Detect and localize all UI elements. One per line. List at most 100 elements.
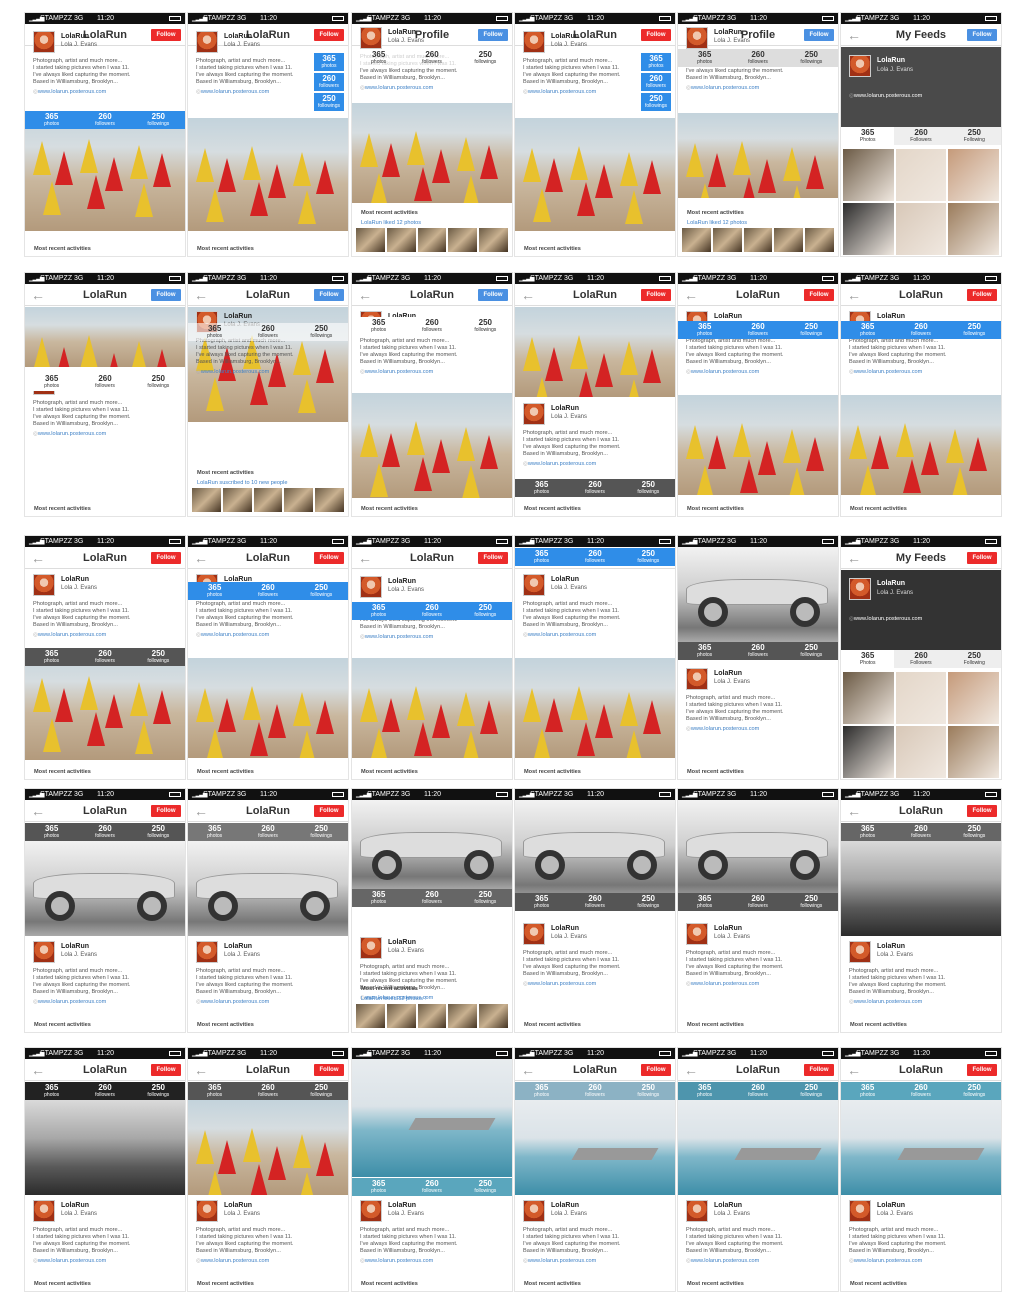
profile-url[interactable]: www.lolarun.posterous.com [849, 999, 922, 1005]
stat-followings[interactable]: 250 followings [294, 823, 348, 841]
activity-thumb[interactable] [356, 228, 385, 252]
avatar[interactable] [33, 31, 55, 53]
stat-followers[interactable]: 260 followers [894, 321, 948, 339]
follow-button[interactable]: Follow [804, 289, 834, 301]
back-arrow-icon[interactable]: ← [847, 550, 865, 566]
photo-thumb[interactable] [948, 726, 999, 778]
stat-photos[interactable]: 365 photos [515, 893, 569, 911]
avatar[interactable] [686, 668, 708, 690]
stat-followings[interactable]: 250 followings [784, 893, 838, 911]
avatar[interactable] [686, 1200, 708, 1222]
stat-followers[interactable]: 260 followers [78, 823, 132, 841]
avatar[interactable] [686, 27, 708, 49]
profile-url[interactable]: www.lolarun.posterous.com [849, 93, 922, 99]
avatar[interactable] [33, 1200, 55, 1222]
stat-photos[interactable]: 365 Photos [841, 127, 895, 145]
stat-followers[interactable]: 260 followers [731, 1082, 785, 1100]
stat-photos[interactable]: 365 photos [352, 602, 406, 620]
back-arrow-icon[interactable]: ← [684, 1062, 702, 1078]
activity-thumb[interactable] [448, 1004, 478, 1028]
follow-button[interactable]: Follow [314, 1064, 344, 1076]
photo-thumb[interactable] [843, 726, 894, 778]
activity-item[interactable]: LolaRun suscribed to 10 new people [197, 480, 288, 486]
avatar[interactable] [523, 1200, 545, 1222]
stat-photos[interactable]: 365 photos [352, 49, 406, 67]
stat-followers[interactable]: 260 followers [568, 548, 622, 566]
avatar[interactable] [196, 1200, 218, 1222]
stat-followings[interactable]: 250 followings [458, 602, 512, 620]
activity-thumb[interactable] [479, 228, 508, 252]
avatar[interactable] [360, 576, 382, 598]
back-arrow-icon[interactable]: ← [847, 1062, 865, 1078]
stat-followings[interactable]: 250 followings [458, 1178, 512, 1196]
avatar[interactable] [360, 1200, 382, 1222]
stat-followers[interactable]: 260 followers [731, 642, 785, 660]
profile-url[interactable]: www.lolarun.posterous.com [686, 726, 759, 732]
follow-button[interactable]: Follow [314, 289, 344, 301]
stat-photos[interactable]: 365 photos [188, 323, 242, 341]
stat-followers[interactable]: 260 followers [894, 823, 948, 841]
follow-button[interactable]: Follow [151, 552, 181, 564]
photo-thumb[interactable] [948, 203, 999, 255]
stat-photos[interactable]: 365 photos [678, 642, 732, 660]
follow-button[interactable]: Follow [804, 1064, 834, 1076]
stat-followings[interactable]: 250 followings [621, 479, 675, 497]
stat-photos[interactable]: 365 photos [188, 582, 242, 600]
avatar[interactable] [849, 1200, 871, 1222]
stat-followings[interactable]: 250 followings [294, 582, 348, 600]
stat-following[interactable]: 250 Following [947, 650, 1001, 668]
back-arrow-icon[interactable]: ← [31, 1062, 49, 1078]
stat-followers[interactable]: 260 followers [78, 373, 132, 391]
avatar[interactable] [360, 27, 382, 49]
stat-followings[interactable]: 250 followings [131, 1082, 185, 1100]
avatar[interactable] [523, 403, 545, 425]
back-arrow-icon[interactable]: ← [31, 803, 49, 819]
stat-followings[interactable]: 250 followings [621, 1082, 675, 1100]
stat-followers[interactable]: 260 Followers [894, 650, 948, 668]
back-arrow-icon[interactable]: ← [194, 1062, 212, 1078]
profile-url[interactable]: www.lolarun.posterous.com [360, 1258, 433, 1264]
avatar[interactable] [849, 941, 871, 963]
stat-photos[interactable]: 365 photos [678, 321, 732, 339]
profile-url[interactable]: www.lolarun.posterous.com [33, 999, 106, 1005]
back-arrow-icon[interactable]: ← [847, 803, 865, 819]
stat-followers[interactable]: 260 Followers [894, 127, 948, 145]
profile-url[interactable]: www.lolarun.posterous.com [33, 89, 106, 95]
follow-button[interactable]: Follow [967, 289, 997, 301]
stat-photos[interactable]: 365 photos [25, 373, 79, 391]
stat-photos[interactable]: 365 photos [25, 648, 79, 666]
stat-followings[interactable]: 250 followings [621, 548, 675, 566]
activity-thumb[interactable] [315, 488, 344, 512]
stat-photos[interactable]: 365 photos [188, 823, 242, 841]
back-arrow-icon[interactable]: ← [194, 550, 212, 566]
profile-url[interactable]: www.lolarun.posterous.com [849, 616, 922, 622]
stat-photos[interactable]: 365 photos [841, 321, 895, 339]
follow-button[interactable]: Follow [151, 1064, 181, 1076]
back-arrow-icon[interactable]: ← [31, 550, 49, 566]
stat-followers[interactable]: 260 followers [405, 317, 459, 335]
back-arrow-icon[interactable]: ← [358, 287, 376, 303]
photo-thumb[interactable] [895, 672, 947, 724]
stat-followings[interactable]: 250 followings [458, 49, 512, 67]
activity-thumb[interactable] [417, 1004, 447, 1028]
stat-followings[interactable]: 250 followings [314, 93, 344, 111]
activity-thumb[interactable] [743, 228, 773, 252]
stat-followings[interactable]: 250 followings [458, 889, 512, 907]
profile-url[interactable]: www.lolarun.posterous.com [196, 1258, 269, 1264]
photo-thumb[interactable] [895, 203, 947, 255]
avatar[interactable] [686, 923, 708, 945]
photo-thumb[interactable] [843, 672, 894, 724]
follow-button[interactable]: Follow [314, 552, 344, 564]
stat-followers[interactable]: 260 followers [731, 321, 785, 339]
profile-url[interactable]: www.lolarun.posterous.com [523, 632, 596, 638]
stat-followings[interactable]: 250 followings [294, 323, 348, 341]
stat-followers[interactable]: 260 followers [894, 1082, 948, 1100]
profile-url[interactable]: www.lolarun.posterous.com [686, 85, 759, 91]
avatar[interactable] [523, 574, 545, 596]
stat-followers[interactable]: 260 followers [641, 73, 671, 91]
stat-photos[interactable]: 365 photos [352, 1178, 406, 1196]
activity-item[interactable]: LolaRun loved 12 photos ! [361, 996, 426, 1002]
back-arrow-icon[interactable]: ← [521, 287, 539, 303]
stat-photos[interactable]: 365 photos [352, 317, 406, 335]
stat-followers[interactable]: 260 followers [314, 73, 344, 91]
